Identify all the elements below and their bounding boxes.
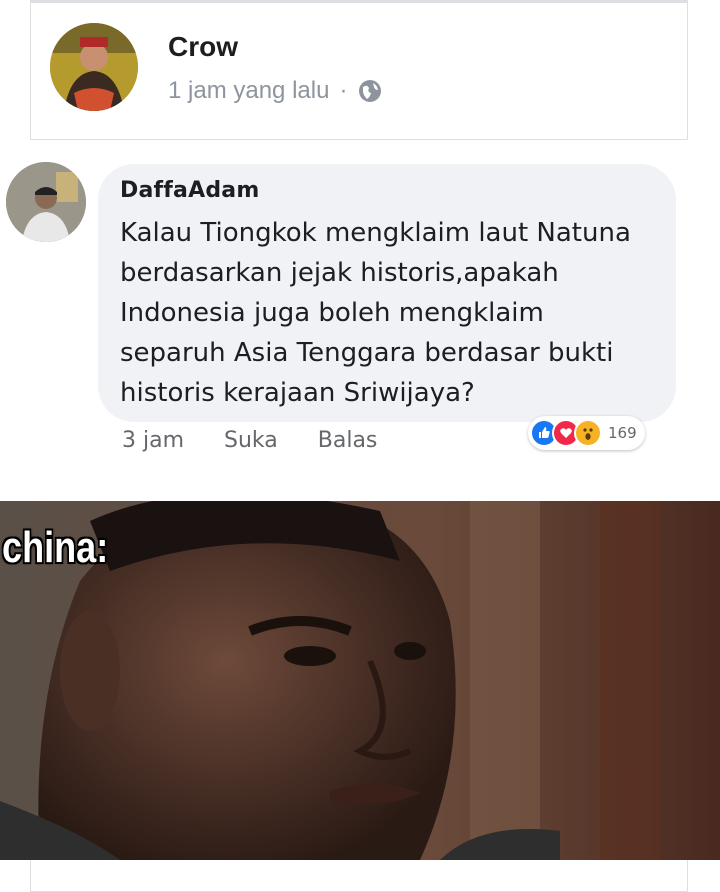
comment-author-name[interactable]: DaffaAdam <box>120 178 654 203</box>
comment-text: Kalau Tiongkok mengklaim laut Natuna ber… <box>120 213 654 413</box>
post-timestamp[interactable]: 1 jam yang lalu <box>168 77 329 105</box>
like-button[interactable]: Suka <box>224 428 278 453</box>
meme-caption: china: <box>2 523 109 572</box>
comment-line: berdasarkan jejak historis,apakah <box>120 258 559 288</box>
post-meta: 1 jam yang lalu · <box>168 77 383 105</box>
post-footer-card <box>30 860 688 892</box>
post-author-name[interactable]: Crow <box>168 31 238 63</box>
globe-icon <box>357 78 383 104</box>
comment-line: historis kerajaan Sriwijaya? <box>120 378 475 408</box>
wow-icon <box>574 419 602 447</box>
reply-button[interactable]: Balas <box>318 428 378 453</box>
reactions-summary[interactable]: 169 <box>528 416 645 450</box>
comment-bubble: DaffaAdam Kalau Tiongkok mengklaim laut … <box>98 164 676 422</box>
reaction-count: 169 <box>608 424 637 442</box>
post-header-card: Crow 1 jam yang lalu · <box>30 0 688 140</box>
meme-image: china: <box>0 501 720 860</box>
comment-timestamp[interactable]: 3 jam <box>122 428 184 453</box>
avatar[interactable] <box>50 23 138 111</box>
comment-line: Kalau Tiongkok mengklaim laut Natuna <box>120 218 631 248</box>
comment-actions: 3 jam Suka Balas <box>122 428 377 453</box>
meta-separator: · <box>339 77 348 104</box>
comment-line: Indonesia juga boleh mengklaim <box>120 298 544 328</box>
commenter-avatar[interactable] <box>6 162 86 242</box>
comment-line: separuh Asia Tenggara berdasar bukti <box>120 338 614 368</box>
